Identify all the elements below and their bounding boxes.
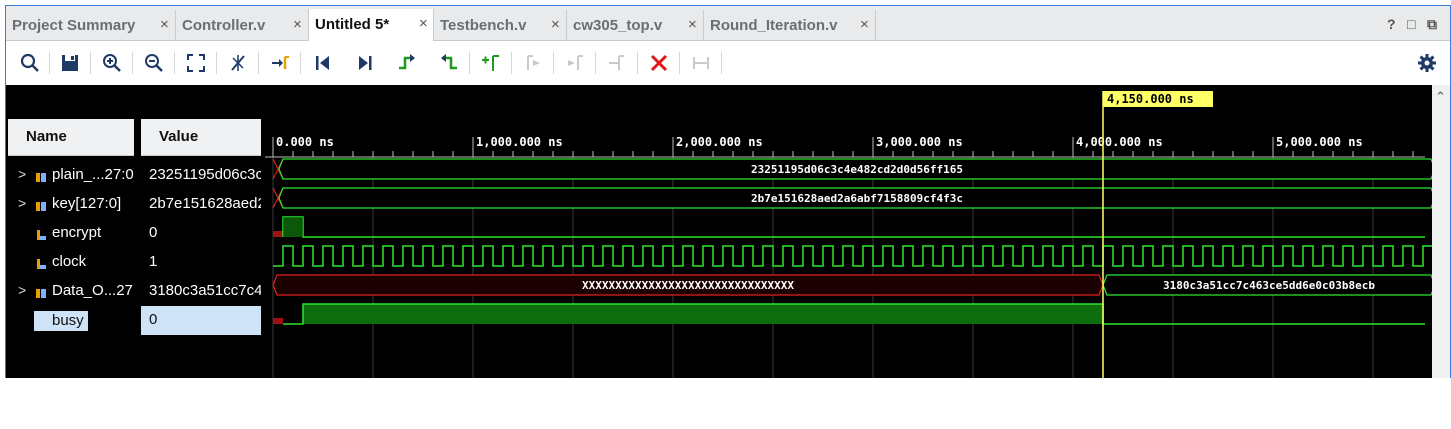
signal-value: 1 <box>149 253 158 270</box>
zoom-in-icon[interactable] <box>100 51 124 75</box>
delete-icon[interactable] <box>647 51 671 75</box>
waveform-window: Project Summary × Controller.v × Untitle… <box>5 5 1451 378</box>
time-tick-label: 2,000.000 ns <box>676 135 763 149</box>
tab-label: cw305_top.v <box>573 17 663 34</box>
cursor-time-label: 4,150.000 ns <box>1107 92 1194 106</box>
tab-label: Project Summary <box>12 17 136 34</box>
previous-transition-icon[interactable] <box>353 51 377 75</box>
close-icon[interactable]: × <box>160 16 169 33</box>
signal-name: clock <box>52 253 87 270</box>
signal-value: 23251195d06c3c4 <box>149 166 261 183</box>
time-tick-label: 0.000 ns <box>276 135 334 149</box>
close-icon[interactable]: × <box>551 16 560 33</box>
tab-project-summary[interactable]: Project Summary × <box>6 10 176 40</box>
waveform-viewer: Name > plain_...27:0] > key[127:0] encry… <box>6 85 1450 378</box>
signal-name: key[127:0] <box>52 195 122 212</box>
encrypt-high-fill <box>283 217 303 237</box>
tab-testbench[interactable]: Testbench.v × <box>434 10 567 40</box>
encrypt-wave <box>282 216 1425 238</box>
tab-label: Testbench.v <box>440 17 527 34</box>
time-tick-label: 3,000.000 ns <box>876 135 963 149</box>
busy-high-fill <box>303 304 1103 324</box>
signal-name: plain_...27:0] <box>52 166 134 183</box>
snap-to-transition-icon[interactable] <box>605 51 629 75</box>
zoom-out-icon[interactable] <box>142 51 166 75</box>
zoom-fit-icon[interactable] <box>184 51 208 75</box>
settings-icon[interactable] <box>1415 51 1439 75</box>
restore-icon[interactable]: □ <box>1407 16 1415 32</box>
bus-signal-icon <box>35 170 47 182</box>
close-icon[interactable]: × <box>688 16 697 33</box>
signal-value: 0 <box>141 306 261 335</box>
next-marker-icon[interactable] <box>521 51 545 75</box>
help-icon[interactable]: ? <box>1387 16 1396 32</box>
clock-wave <box>273 245 1432 267</box>
signal-name: encrypt <box>52 224 102 241</box>
wave-plot[interactable]: 0.000 ns 1,000.000 ns 2,000.000 ns 3,000.00… <box>265 85 1432 378</box>
previous-marker-icon[interactable] <box>479 51 503 75</box>
signal-name: Data_O...27:( <box>52 282 134 299</box>
chevron-right-icon[interactable]: > <box>18 195 26 211</box>
value-column: Value 23251195d06c3c4 2b7e151628aed2 0 1… <box>141 85 261 378</box>
tab-label: Round_Iteration.v <box>710 17 838 34</box>
save-icon[interactable] <box>58 51 82 75</box>
maximize-icon[interactable]: ⧉ <box>1427 16 1437 33</box>
close-icon[interactable]: × <box>419 15 428 32</box>
time-tick-label: 5,000.000 ns <box>1276 135 1363 149</box>
signal-row-data-out[interactable]: > Data_O...27:( <box>8 277 134 306</box>
value-column-header[interactable]: Value <box>141 119 261 156</box>
go-to-last-time-icon[interactable] <box>311 51 335 75</box>
time-tick-label: 4,000.000 ns <box>1076 135 1163 149</box>
plain-bus-wave-label: 23251195d06c3c4e482cd2d0d56ff165 <box>751 163 963 176</box>
key-bus-wave-label: 2b7e151628aed2a6abf7158809cf4f3c <box>751 192 963 205</box>
encrypt-undefined <box>273 231 283 237</box>
tab-untitled-5[interactable]: Untitled 5* × <box>308 9 434 41</box>
toolbar <box>6 41 1450 84</box>
add-marker-icon[interactable] <box>437 51 461 75</box>
signal-row-busy[interactable]: busy <box>8 306 134 335</box>
bus-signal-icon <box>35 199 47 211</box>
chevron-right-icon[interactable]: > <box>18 282 26 298</box>
floating-ruler-icon[interactable] <box>689 51 713 75</box>
time-tick-label: 1,000.000 ns <box>476 135 563 149</box>
bit-signal-icon <box>35 228 47 240</box>
vertical-scrollbar[interactable]: ⌃ <box>1432 85 1450 378</box>
chevron-up-icon[interactable]: ⌃ <box>1435 89 1446 105</box>
signal-value: 0 <box>149 224 158 241</box>
tab-controller[interactable]: Controller.v × <box>176 10 309 40</box>
signal-value: 2b7e151628aed2 <box>149 195 261 212</box>
close-icon[interactable]: × <box>860 16 869 33</box>
signal-row-key[interactable]: > key[127:0] <box>8 190 134 219</box>
busy-undefined <box>273 318 283 324</box>
bus-signal-icon <box>35 286 47 298</box>
search-icon[interactable] <box>18 51 42 75</box>
signal-row-encrypt[interactable]: encrypt <box>8 219 134 248</box>
name-column-header[interactable]: Name <box>8 119 134 156</box>
tab-label: Controller.v <box>182 17 266 34</box>
name-column: Name > plain_...27:0] > key[127:0] encry… <box>8 85 134 378</box>
go-to-cursor-icon[interactable] <box>226 51 250 75</box>
data-out-unknown-wave-label: XXXXXXXXXXXXXXXXXXXXXXXXXXXXXXXX <box>582 279 794 292</box>
tab-bar: Project Summary × Controller.v × Untitle… <box>6 6 1450 41</box>
data-out-value-wave-label: 3180c3a51cc7c463ce5dd6e0c03b8ecb <box>1163 279 1375 292</box>
signal-value: 3180c3a51cc7c46 <box>149 282 261 299</box>
signal-name: busy <box>34 311 88 331</box>
signal-row-clock[interactable]: clock <box>8 248 134 277</box>
next-transition-icon[interactable] <box>395 51 419 75</box>
go-to-time-zero-icon[interactable] <box>268 51 292 75</box>
tab-cw305-top[interactable]: cw305_top.v × <box>567 10 704 40</box>
tab-round-iteration[interactable]: Round_Iteration.v × <box>704 10 876 40</box>
swap-cursors-icon[interactable] <box>563 51 587 75</box>
close-icon[interactable]: × <box>293 16 302 33</box>
tab-label: Untitled 5* <box>315 16 390 33</box>
chevron-right-icon[interactable]: > <box>18 166 26 182</box>
bit-signal-icon <box>35 257 47 269</box>
signal-row-plain[interactable]: > plain_...27:0] <box>8 161 134 190</box>
